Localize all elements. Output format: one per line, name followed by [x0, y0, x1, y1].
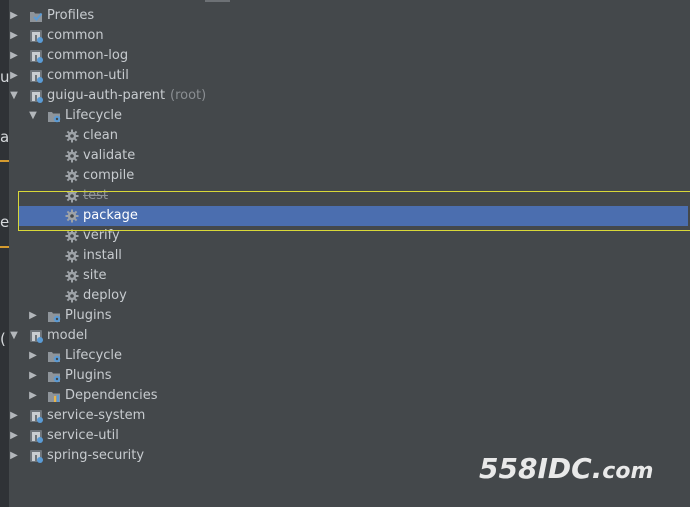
chevron-right-icon[interactable]: ▶: [8, 26, 20, 46]
chevron-right-icon[interactable]: ▶: [8, 46, 20, 66]
tree-row-common-log[interactable]: ▶ common-log: [0, 46, 690, 66]
maven-module-icon: [29, 89, 43, 103]
tree-row-label: Plugins: [65, 308, 112, 323]
tree-row-label: validate: [83, 148, 136, 163]
maven-module-icon: [29, 429, 43, 443]
tree-row-site[interactable]: site: [0, 266, 690, 286]
chevron-right-icon[interactable]: ▶: [27, 386, 39, 406]
gear-icon: [65, 209, 79, 223]
tree-row-verify[interactable]: verify: [0, 226, 690, 246]
tree-row-common[interactable]: ▶ common: [0, 26, 690, 46]
tree-row-model-plugins[interactable]: ▶ Plugins: [0, 366, 690, 386]
tree-row-label: common: [47, 28, 104, 43]
gear-icon: [65, 229, 79, 243]
tree-row-guigu-auth-parent[interactable]: ▼ guigu-auth-parent (root): [0, 86, 690, 106]
chevron-down-icon[interactable]: ▼: [8, 326, 20, 346]
tree-row-lifecycle[interactable]: ▼ Lifecycle: [0, 106, 690, 126]
maven-module-icon: [29, 329, 43, 343]
dependencies-folder-icon: [47, 389, 61, 403]
gear-icon: [65, 149, 79, 163]
maven-module-icon: [29, 449, 43, 463]
chevron-right-icon[interactable]: ▶: [8, 426, 20, 446]
tree-row-label: common-log: [47, 48, 129, 63]
gear-icon: [65, 129, 79, 143]
lifecycle-folder-icon: [47, 349, 61, 363]
maven-module-icon: [29, 49, 43, 63]
tree-row-model-dependencies[interactable]: ▶ Dependencies: [0, 386, 690, 406]
chevron-right-icon[interactable]: ▶: [27, 306, 39, 326]
gear-icon: [65, 169, 79, 183]
tree-row-test[interactable]: test: [0, 186, 690, 206]
profiles-icon: [29, 9, 43, 23]
tree-row-compile[interactable]: compile: [0, 166, 690, 186]
tree-row-service-system[interactable]: ▶ service-system: [0, 406, 690, 426]
tree-row-model[interactable]: ▼ model: [0, 326, 690, 346]
chevron-right-icon[interactable]: ▶: [8, 66, 20, 86]
tree-row-label: service-util: [47, 428, 119, 443]
root-suffix: (root): [170, 88, 207, 103]
tree-row-label: model: [47, 328, 88, 343]
tree-row-label: verify: [83, 228, 120, 243]
tree-row-label: guigu-auth-parent: [47, 88, 166, 103]
maven-module-icon: [29, 29, 43, 43]
chevron-down-icon[interactable]: ▼: [8, 86, 20, 106]
tree-row-label: common-util: [47, 68, 129, 83]
scroll-thumb[interactable]: [205, 0, 230, 2]
maven-module-icon: [29, 69, 43, 83]
tree-row-model-lifecycle[interactable]: ▶ Lifecycle: [0, 346, 690, 366]
tree-row-label: site: [83, 268, 107, 283]
chevron-right-icon[interactable]: ▶: [27, 346, 39, 366]
gear-icon: [65, 249, 79, 263]
watermark: 558IDC.com: [479, 452, 654, 485]
tree-row-label: Lifecycle: [65, 348, 123, 363]
tree-row-label: spring-security: [47, 448, 145, 463]
tree-row-label: service-system: [47, 408, 146, 423]
tree-row-install[interactable]: install: [0, 246, 690, 266]
tree-row-label: deploy: [83, 288, 127, 303]
tree-row-validate[interactable]: validate: [0, 146, 690, 166]
chevron-right-icon[interactable]: ▶: [8, 446, 20, 466]
gear-icon: [65, 289, 79, 303]
chevron-right-icon[interactable]: ▶: [27, 366, 39, 386]
tree-row-clean[interactable]: clean: [0, 126, 690, 146]
maven-module-icon: [29, 409, 43, 423]
tree-row-package[interactable]: package: [18, 206, 688, 226]
chevron-right-icon[interactable]: ▶: [8, 6, 20, 26]
tree-row-label: install: [83, 248, 122, 263]
plugins-folder-icon: [47, 309, 61, 323]
gear-icon: [65, 189, 79, 203]
tree-row-label: Profiles: [47, 8, 95, 23]
tree-row-label: Dependencies: [65, 388, 158, 403]
tree-row-plugins[interactable]: ▶ Plugins: [0, 306, 690, 326]
chevron-right-icon[interactable]: ▶: [8, 406, 20, 426]
tree-row-label: Lifecycle: [65, 108, 123, 123]
plugins-folder-icon: [47, 369, 61, 383]
tree-row-deploy[interactable]: deploy: [0, 286, 690, 306]
lifecycle-folder-icon: [47, 109, 61, 123]
tree-row-profiles[interactable]: ▶ Profiles: [0, 6, 690, 26]
tree-row-label: package: [83, 208, 138, 223]
tree-row-service-util[interactable]: ▶ service-util: [0, 426, 690, 446]
tree-row-label: test: [83, 188, 108, 203]
tree-row-label: Plugins: [65, 368, 112, 383]
tree-row-label: compile: [83, 168, 135, 183]
tree-row-common-util[interactable]: ▶ common-util: [0, 66, 690, 86]
gear-icon: [65, 269, 79, 283]
chevron-down-icon[interactable]: ▼: [27, 106, 39, 126]
tree-row-label: clean: [83, 128, 118, 143]
